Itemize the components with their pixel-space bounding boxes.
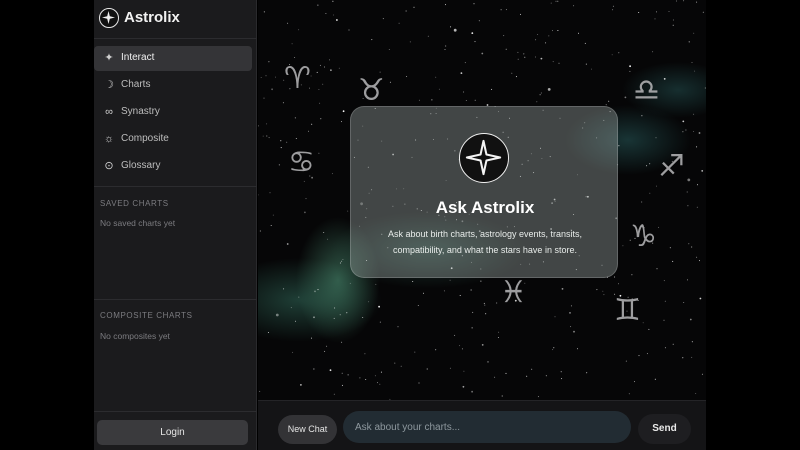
cancer-symbol: ♋ (288, 145, 315, 180)
chat-input[interactable] (343, 411, 631, 443)
sidebar-item-glossary[interactable]: ⊙ Glossary (94, 154, 252, 179)
divider (94, 299, 257, 300)
sidebar-item-synastry[interactable]: ∞ Synastry (94, 100, 252, 125)
moon-icon: ☽ (104, 79, 114, 91)
sidebar-item-label: Interact (121, 52, 155, 63)
sidebar-item-label: Composite (121, 133, 169, 144)
gemini-symbol: ♊ (614, 293, 641, 328)
libra-symbol: ♎ (633, 73, 660, 108)
divider (94, 186, 257, 187)
sidebar: Astrolix ✦ Interact ☽ Charts ∞ Synastry … (94, 0, 257, 450)
sun-icon: ☼ (103, 133, 115, 145)
sidebar-item-charts[interactable]: ☽ Charts (94, 73, 252, 98)
sidebar-item-composite[interactable]: ☼ Composite (94, 127, 252, 152)
saved-charts-heading: SAVED CHARTS (100, 199, 169, 208)
app-name: Astrolix (124, 9, 180, 26)
new-chat-button[interactable]: New Chat (278, 415, 337, 444)
circle-dot-icon: ⊙ (104, 160, 114, 172)
welcome-description: Ask about birth charts, astrology events… (387, 229, 583, 255)
login-button[interactable]: Login (97, 420, 248, 445)
composite-charts-heading: COMPOSITE CHARTS (100, 311, 193, 320)
sagittarius-symbol: ♐ (658, 149, 685, 184)
send-button[interactable]: Send (638, 414, 691, 444)
taurus-symbol: ♉ (358, 73, 385, 108)
sidebar-item-label: Glossary (121, 160, 161, 171)
composite-charts-empty: No composites yet (100, 331, 170, 341)
chat-composer: New Chat Send (258, 400, 706, 450)
divider (94, 411, 257, 412)
welcome-card: Ask Astrolix Ask about birth charts, ast… (350, 106, 618, 278)
sparkle-icon: ✦ (104, 52, 114, 64)
sidebar-item-interact[interactable]: ✦ Interact (94, 46, 252, 71)
infinity-icon: ∞ (105, 106, 113, 118)
brand-header: Astrolix (94, 0, 257, 39)
sidebar-nav: ✦ Interact ☽ Charts ∞ Synastry ☼ Composi… (94, 46, 257, 181)
north-star-icon (99, 8, 119, 28)
right-letterbox (706, 0, 800, 450)
chat-area: ♈ ♉ ♎ ♋ ♐ ♑ ♓ ♊ Ask Astrolix Ask about b… (258, 0, 706, 400)
left-letterbox (0, 0, 94, 450)
capricorn-symbol: ♑ (630, 219, 657, 254)
aries-symbol: ♈ (284, 61, 311, 96)
pisces-symbol: ♓ (500, 275, 527, 310)
sidebar-item-label: Synastry (121, 106, 160, 117)
north-star-icon (459, 133, 509, 183)
welcome-title: Ask Astrolix (435, 198, 535, 217)
sidebar-item-label: Charts (121, 79, 151, 90)
saved-charts-empty: No saved charts yet (100, 218, 176, 228)
